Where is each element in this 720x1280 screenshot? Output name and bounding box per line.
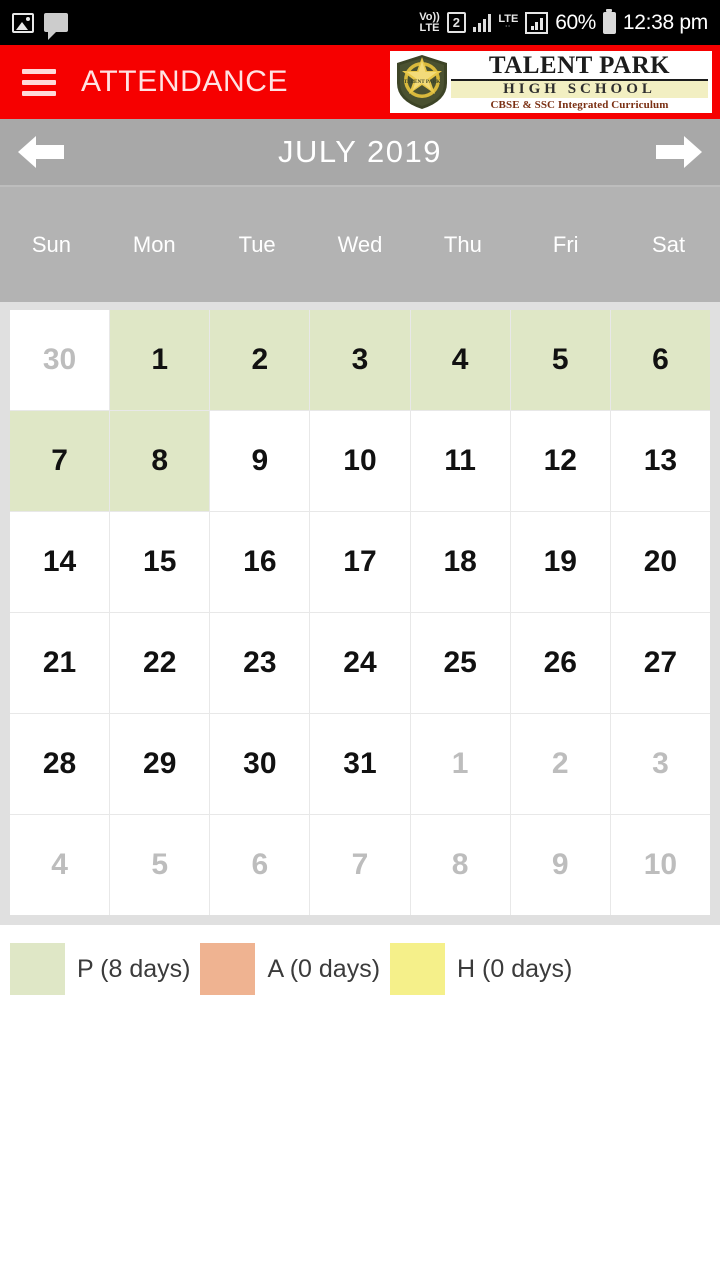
school-logo: TALENT PARK TALENT PARK HIGH SCHOOL CBSE… bbox=[390, 51, 712, 113]
volte-bottom: LTE bbox=[419, 21, 440, 34]
clock: 12:38 pm bbox=[622, 10, 708, 34]
calendar-container: 30 1 2 3 4 5 6 7 8 9 10 11 12 13 14 15 16 17 18 19 20 21 22 23 2… bbox=[0, 302, 720, 925]
volte-icon: Vo)) LTE bbox=[419, 11, 440, 34]
calendar-day-cell[interactable]: 1 bbox=[110, 310, 210, 410]
calendar-day-cell[interactable]: 12 bbox=[510, 411, 610, 511]
calendar-day-cell[interactable]: 6 bbox=[210, 815, 310, 915]
school-logo-text: TALENT PARK HIGH SCHOOL CBSE & SSC Integ… bbox=[451, 53, 708, 111]
attendance-legend: P (8 days) A (0 days) H (0 days) bbox=[0, 925, 720, 995]
calendar-grid: 30 1 2 3 4 5 6 7 8 9 10 11 12 13 14 15 16 17 18 19 20 21 22 23 2… bbox=[10, 310, 710, 915]
weekday-sat: Sat bbox=[652, 231, 686, 257]
current-month-label: JULY 2019 bbox=[277, 134, 443, 169]
status-bar-left bbox=[12, 12, 68, 40]
weekday-tue: Tue bbox=[238, 231, 276, 257]
calendar-day-cell[interactable]: 21 bbox=[10, 613, 110, 713]
legend-item-present: P (8 days) bbox=[10, 943, 200, 995]
school-name-line1: TALENT PARK bbox=[451, 53, 708, 81]
calendar-day-cell[interactable]: 22 bbox=[110, 613, 210, 713]
month-navigation-bar: JULY 2019 bbox=[0, 119, 720, 187]
calendar-day-cell[interactable]: 27 bbox=[610, 613, 710, 713]
battery-percent: 60% bbox=[555, 10, 596, 34]
calendar-day-cell[interactable]: 18 bbox=[410, 512, 510, 612]
page-title: ATTENDANCE bbox=[81, 65, 289, 98]
legend-swatch-absent bbox=[200, 943, 256, 995]
calendar-day-cell[interactable]: 2 bbox=[210, 310, 310, 410]
legend-swatch-holiday bbox=[390, 943, 446, 995]
status-bar: Vo)) LTE 2 LTE ·· 60% 12:38 pm bbox=[0, 0, 720, 45]
weekday-header-row: Sun Mon Tue Wed Thu Fri Sat bbox=[0, 187, 720, 302]
calendar-day-cell[interactable]: 1 bbox=[410, 714, 510, 814]
calendar-day-cell[interactable]: 25 bbox=[410, 613, 510, 713]
calendar-day-cell[interactable]: 29 bbox=[110, 714, 210, 814]
calendar-day-cell[interactable]: 6 bbox=[610, 310, 710, 410]
school-crest-icon: TALENT PARK bbox=[393, 53, 451, 111]
calendar-day-cell[interactable]: 17 bbox=[310, 512, 410, 612]
school-tagline: CBSE & SSC Integrated Curriculum bbox=[490, 99, 669, 111]
calendar-day-cell[interactable]: 30 bbox=[10, 310, 110, 410]
legend-item-holiday: H (0 days) bbox=[390, 943, 582, 995]
hamburger-line bbox=[22, 90, 56, 96]
calendar-day-cell[interactable]: 3 bbox=[310, 310, 410, 410]
calendar-day-cell[interactable]: 11 bbox=[410, 411, 510, 511]
hamburger-line bbox=[22, 68, 56, 74]
weekday-mon: Mon bbox=[132, 231, 176, 257]
calendar-day-cell[interactable]: 13 bbox=[610, 411, 710, 511]
next-month-button[interactable] bbox=[652, 135, 704, 169]
app-bar: ATTENDANCE TALENT PARK TALENT PARK HIGH … bbox=[0, 45, 720, 119]
calendar-day-cell[interactable]: 16 bbox=[210, 512, 310, 612]
weekday-wed: Wed bbox=[337, 231, 383, 257]
legend-label-absent: A (0 days) bbox=[267, 954, 381, 983]
gallery-icon bbox=[12, 12, 34, 33]
weekday-thu: Thu bbox=[443, 231, 482, 257]
calendar-day-cell[interactable]: 14 bbox=[10, 512, 110, 612]
weekday-fri: Fri bbox=[552, 231, 579, 257]
legend-item-absent: A (0 days) bbox=[200, 943, 390, 995]
calendar-day-cell[interactable]: 24 bbox=[310, 613, 410, 713]
calendar-day-cell[interactable]: 3 bbox=[610, 714, 710, 814]
calendar-day-cell[interactable]: 20 bbox=[610, 512, 710, 612]
calendar-day-cell[interactable]: 4 bbox=[10, 815, 110, 915]
calendar-day-cell[interactable]: 10 bbox=[610, 815, 710, 915]
legend-label-present: P (8 days) bbox=[77, 954, 191, 983]
calendar-day-cell[interactable]: 5 bbox=[110, 815, 210, 915]
signal-bars-icon bbox=[472, 13, 492, 32]
chat-icon bbox=[44, 13, 68, 40]
calendar-day-cell[interactable]: 7 bbox=[10, 411, 110, 511]
calendar-day-cell[interactable]: 28 bbox=[10, 714, 110, 814]
calendar-day-cell[interactable]: 4 bbox=[410, 310, 510, 410]
arrow-right-icon bbox=[684, 136, 702, 168]
signal-strength-icon bbox=[525, 11, 549, 34]
svg-text:TALENT PARK: TALENT PARK bbox=[404, 79, 440, 85]
school-name-line2: HIGH SCHOOL bbox=[451, 81, 708, 98]
legend-swatch-present bbox=[10, 943, 65, 995]
weekday-sun: Sun bbox=[31, 231, 71, 257]
hamburger-menu-icon[interactable] bbox=[22, 68, 56, 96]
calendar-day-cell[interactable]: 9 bbox=[510, 815, 610, 915]
calendar-day-cell[interactable]: 5 bbox=[510, 310, 610, 410]
calendar-day-cell[interactable]: 9 bbox=[210, 411, 310, 511]
calendar-day-cell[interactable]: 23 bbox=[210, 613, 310, 713]
status-bar-right: Vo)) LTE 2 LTE ·· 60% 12:38 pm bbox=[419, 11, 708, 35]
sim-card-icon: 2 bbox=[446, 12, 466, 33]
legend-label-holiday: H (0 days) bbox=[457, 954, 573, 983]
battery-icon bbox=[602, 11, 616, 34]
calendar-day-cell[interactable]: 8 bbox=[110, 411, 210, 511]
lte-dots: ·· bbox=[505, 23, 512, 30]
calendar-day-cell[interactable]: 7 bbox=[310, 815, 410, 915]
calendar-day-cell[interactable]: 26 bbox=[510, 613, 610, 713]
volte-top: Vo)) bbox=[419, 11, 440, 24]
calendar-day-cell[interactable]: 2 bbox=[510, 714, 610, 814]
calendar-day-cell[interactable]: 15 bbox=[110, 512, 210, 612]
calendar-day-cell[interactable]: 8 bbox=[410, 815, 510, 915]
previous-month-button[interactable] bbox=[16, 135, 68, 169]
calendar-day-cell[interactable]: 19 bbox=[510, 512, 610, 612]
calendar-day-cell[interactable]: 31 bbox=[310, 714, 410, 814]
calendar-day-cell[interactable]: 10 bbox=[310, 411, 410, 511]
hamburger-line bbox=[22, 79, 56, 85]
calendar-day-cell[interactable]: 30 bbox=[210, 714, 310, 814]
lte-icon: LTE ·· bbox=[498, 13, 518, 30]
